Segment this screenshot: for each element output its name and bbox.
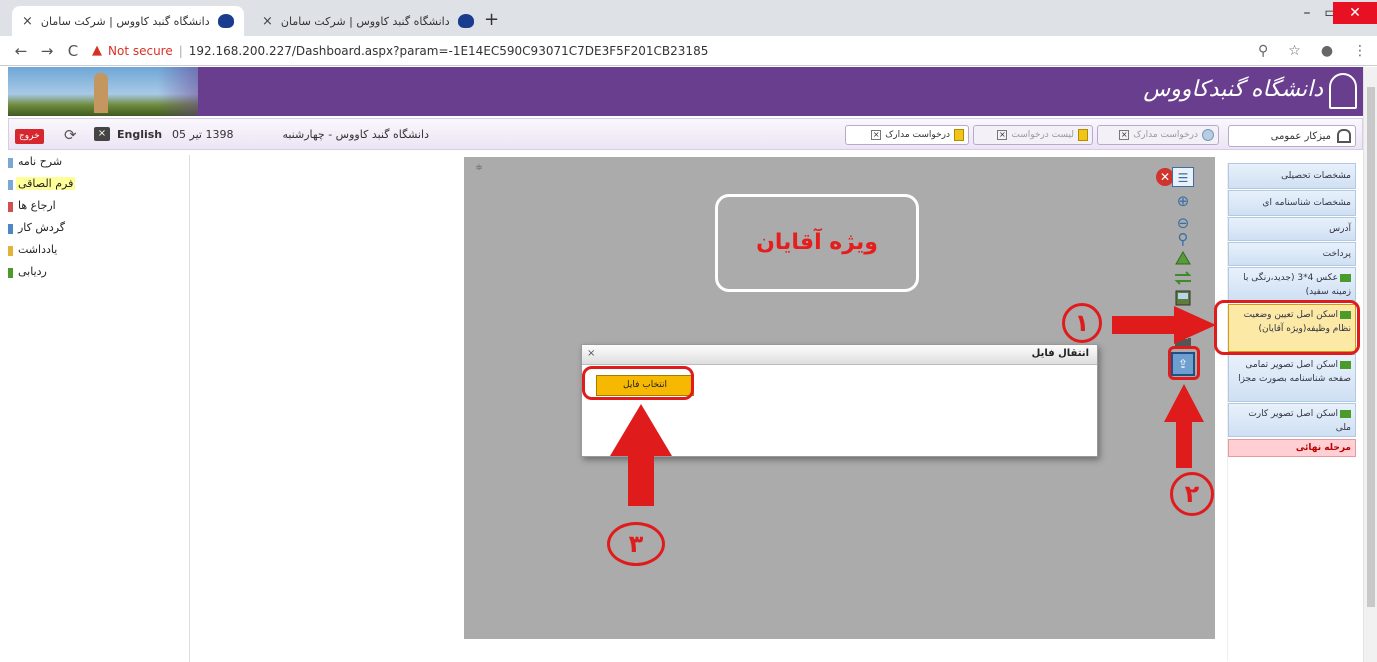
- list-icon[interactable]: ☰: [1172, 167, 1194, 187]
- nav-photo-upload[interactable]: عکس 4*3 (جدید،رنگی با زمینه سفید): [1228, 267, 1356, 301]
- tree-item-notes[interactable]: یادداشت: [16, 243, 59, 261]
- close-lang-icon[interactable]: ×: [94, 127, 110, 141]
- tree-item-tracking[interactable]: ردیابی: [16, 265, 49, 283]
- logout-button[interactable]: خروج: [15, 129, 44, 144]
- zoom-icon[interactable]: ⚲: [1258, 43, 1268, 59]
- site-banner: دانشگاه گنبدکاووس: [8, 67, 1363, 116]
- nav-final-step[interactable]: مرحله نهائی: [1228, 439, 1356, 457]
- dialog-close-icon[interactable]: ×: [587, 348, 595, 359]
- tree-item-workflow[interactable]: گردش کار: [16, 221, 67, 239]
- new-tab-button[interactable]: +: [484, 9, 499, 30]
- highlight-ring-military-scan: [1214, 300, 1360, 355]
- dialog-header: × انتقال فایل: [582, 345, 1097, 365]
- step-3-arrow-icon: [610, 404, 672, 506]
- banner-fade: [158, 67, 238, 116]
- star-icon[interactable]: ☆: [1288, 43, 1301, 59]
- university-favicon-icon: [457, 14, 474, 28]
- tab-label: درخواست مدارک: [1133, 130, 1198, 140]
- search-icon[interactable]: ⚲: [1172, 229, 1194, 249]
- upload-item-icon: [1340, 409, 1351, 418]
- tab-title: دانشگاه گنبد کاووس | شرکت سامان: [280, 14, 450, 28]
- tab-title: دانشگاه گنبد کاووس | شرکت سامان: [40, 14, 210, 28]
- viewer-collapse-icon[interactable]: ≑: [472, 163, 486, 175]
- nav-academic-info[interactable]: مشخصات تحصیلی: [1228, 163, 1356, 189]
- tracking-icon: [8, 268, 13, 278]
- highlight-ring-upload: [1168, 346, 1200, 380]
- zoom-in-icon[interactable]: ⊕: [1172, 191, 1194, 211]
- home-icon: [1337, 129, 1351, 143]
- tab-close-icon[interactable]: ×: [262, 14, 273, 29]
- forward-arrow-icon[interactable]: →: [34, 42, 60, 60]
- upload-item-icon: [1340, 360, 1351, 369]
- upload-item-icon: [1340, 273, 1351, 282]
- letter-icon: [8, 158, 13, 168]
- warning-triangle-icon: ▲: [92, 43, 102, 58]
- profile-icon[interactable]: ●: [1321, 43, 1333, 59]
- attach-icon: [8, 180, 13, 190]
- tab-label: میزکار عمومی: [1270, 130, 1331, 142]
- step-2-arrow-icon: [1164, 384, 1204, 468]
- request-icon: [1202, 129, 1214, 141]
- nav-national-card-scan[interactable]: اسکن اصل تصویر کارت ملی: [1228, 403, 1356, 437]
- tab-label: درخواست مدارک: [885, 130, 950, 140]
- nav-address[interactable]: آدرس: [1228, 217, 1356, 241]
- tab-request-list[interactable]: لیست درخواست ×: [973, 125, 1093, 145]
- browser-right-icons: ⚲ ☆ ● ⋮: [1258, 36, 1367, 66]
- separator: |: [178, 43, 183, 58]
- page-scrollbar[interactable]: [1363, 67, 1377, 662]
- university-day-label: دانشگاه گنبد کاووس - چهارشنبه: [282, 128, 429, 141]
- step-3-badge: ۳: [607, 522, 665, 566]
- nav-id-info[interactable]: مشخصات شناسنامه ای: [1228, 190, 1356, 216]
- browser-tab-strip: × دانشگاه گنبد کاووس | شرکت سامان × دانش…: [0, 0, 1377, 36]
- step-2-badge: ۲: [1170, 472, 1214, 516]
- step-1-arrow-icon: [1112, 306, 1216, 344]
- browser-tab-inactive[interactable]: × دانشگاه گنبد کاووس | شرکت سامان: [252, 6, 474, 36]
- swap-arrows-icon[interactable]: [1172, 270, 1194, 290]
- dialog-title: انتقال فایل: [1031, 348, 1089, 359]
- document-icon: [1078, 129, 1088, 141]
- tab-home-desk[interactable]: میزکار عمومی: [1228, 125, 1356, 147]
- scanner-icon[interactable]: [1172, 250, 1194, 270]
- referral-icon: [8, 202, 13, 212]
- nav-payment[interactable]: پرداخت: [1228, 242, 1356, 266]
- nav-birth-certificate-scan[interactable]: اسکن اصل تصویر تمامی صفحه شناسنامه بصورت…: [1228, 354, 1356, 402]
- url-text[interactable]: 192.168.200.227/Dashboard.aspx?param=-1E…: [189, 44, 709, 58]
- tab-close-icon[interactable]: ×: [22, 14, 33, 29]
- document-icon: [954, 129, 964, 141]
- browser-tab-active[interactable]: × دانشگاه گنبد کاووس | شرکت سامان: [12, 6, 244, 36]
- address-bar: ← → C ▲ Not secure | 192.168.200.227/Das…: [0, 36, 1377, 66]
- workflow-icon: [8, 224, 13, 234]
- window-close-button[interactable]: ✕: [1333, 2, 1377, 24]
- right-navigation: مشخصات تحصیلی مشخصات شناسنامه ای آدرس پر…: [1227, 163, 1360, 661]
- tab-request-docs[interactable]: درخواست مدارک ×: [1097, 125, 1219, 145]
- men-only-label: ویژه آقایان: [715, 194, 919, 292]
- step-1-badge: ۱: [1062, 303, 1102, 343]
- url-field[interactable]: ▲ Not secure | 192.168.200.227/Dashboard…: [92, 43, 708, 58]
- tab-close-icon[interactable]: ×: [1119, 130, 1130, 140]
- tower-image: [94, 73, 108, 113]
- note-icon: [8, 246, 13, 256]
- tree-item-referrals[interactable]: ارجاع ها: [16, 199, 58, 217]
- tree-item-description[interactable]: شرح نامه: [16, 155, 64, 173]
- language-switch-link[interactable]: English: [117, 128, 162, 141]
- document-tree: شرح نامه فرم الصاقی ارجاع ها گردش کار یا…: [0, 155, 190, 662]
- highlight-ring-select-file: [582, 366, 694, 400]
- reload-icon[interactable]: C: [60, 42, 86, 60]
- tab-close-icon[interactable]: ×: [871, 130, 882, 140]
- menu-icon[interactable]: ⋮: [1353, 43, 1367, 59]
- tree-item-attached-form[interactable]: فرم الصاقی: [16, 177, 76, 195]
- university-emblem-icon: [1329, 73, 1357, 109]
- scrollbar-thumb[interactable]: [1367, 87, 1375, 607]
- tab-close-icon[interactable]: ×: [997, 130, 1008, 140]
- date-label: 1398 تیر 05: [172, 128, 234, 141]
- refresh-icon[interactable]: ⟳: [64, 126, 77, 144]
- university-logo-text: دانشگاه گنبدکاووس: [1143, 77, 1323, 102]
- university-favicon-icon: [217, 14, 234, 28]
- tab-request-docs-active[interactable]: درخواست مدارک ×: [845, 125, 969, 145]
- not-secure-label: Not secure: [108, 43, 173, 58]
- tab-label: لیست درخواست: [1011, 130, 1074, 140]
- user-bar: خروج ⟳ × English 1398 تیر 05 دانشگاه گنب…: [8, 118, 1363, 150]
- back-arrow-icon[interactable]: ←: [8, 42, 34, 60]
